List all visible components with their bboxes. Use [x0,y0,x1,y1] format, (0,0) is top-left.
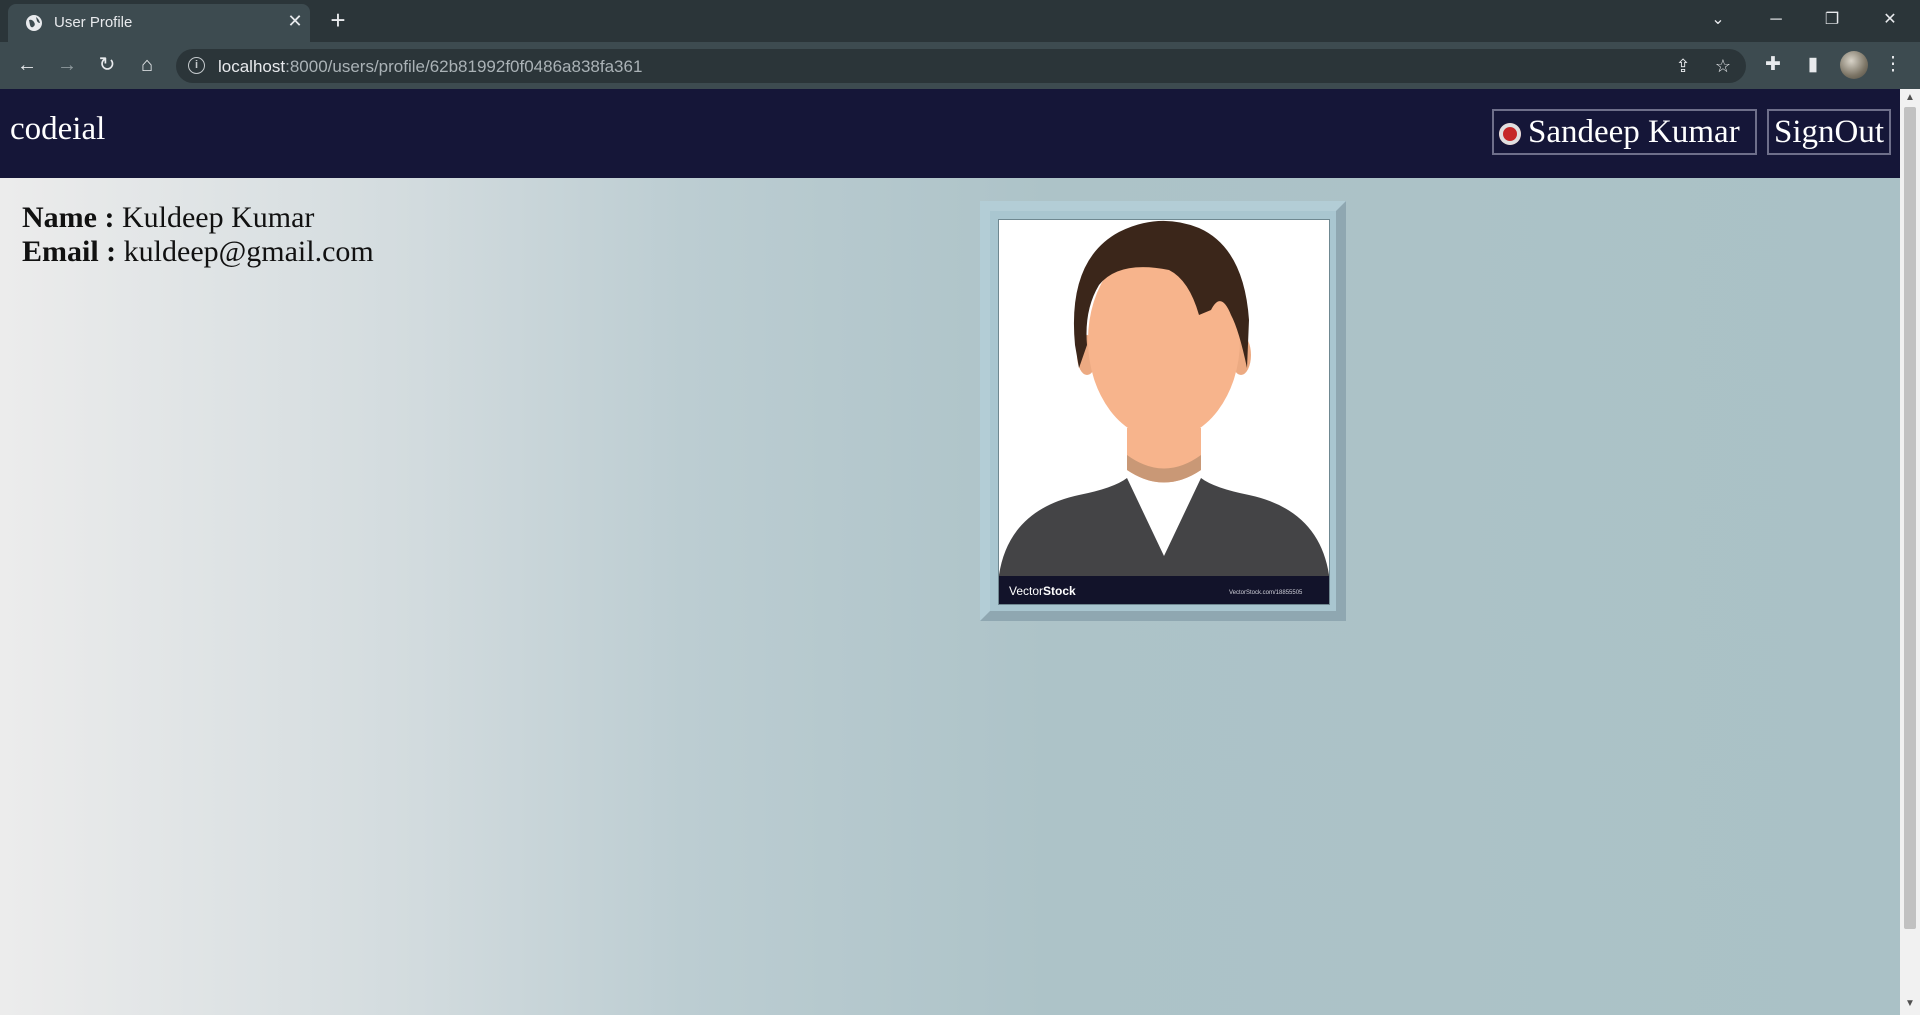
tab-title: User Profile [54,14,133,31]
reload-icon[interactable]: ↻ [92,50,122,80]
tab-strip: User Profile ✕ + ⌄ ─ ❐ ✕ [0,0,1920,42]
email-label: Email : [22,235,117,268]
email-row: Email : kuldeep@gmail.com [22,235,374,269]
forward-icon[interactable]: → [52,50,82,80]
bookmark-star-icon[interactable]: ☆ [1712,55,1734,77]
extensions-icon[interactable]: ✚ [1760,52,1786,78]
share-icon[interactable]: ⇪ [1672,55,1694,77]
new-tab-button[interactable]: + [326,7,350,33]
restore-icon[interactable]: ❐ [1814,6,1850,34]
menu-icon[interactable]: ⋮ [1880,52,1906,78]
site-logo[interactable]: codeial [10,111,105,148]
user-profile-link[interactable]: Sandeep Kumar [1492,109,1757,155]
site-info-icon[interactable]: i [188,57,205,74]
profile-picture-frame: VectorStock VectorStock.com/18855505 [980,201,1346,621]
signout-button[interactable]: SignOut [1767,109,1891,155]
side-panel-icon[interactable]: ▮ [1800,52,1826,78]
watermark-id: VectorStock.com/18855505 [1229,590,1303,596]
tab-close-icon[interactable]: ✕ [286,12,304,30]
user-avatar-icon [1499,123,1521,145]
name-label: Name : [22,201,115,234]
svg-text:VectorStock: VectorStock [1009,584,1076,598]
profile-picture: VectorStock VectorStock.com/18855505 [998,219,1330,605]
tab-user-profile[interactable]: User Profile ✕ [8,4,310,42]
url-path: :8000/users/profile/62b81992f0f0486a838f… [285,57,643,76]
user-name: Sandeep Kumar [1528,114,1740,150]
browser-chrome: User Profile ✕ + ⌄ ─ ❐ ✕ ← → ↻ ⌂ i local… [0,0,1920,89]
minimize-icon[interactable]: ─ [1758,6,1794,34]
scroll-down-icon[interactable]: ▼ [1905,999,1915,1009]
profile-info: Name : Kuldeep Kumar Email : kuldeep@gma… [22,201,374,269]
scrollbar-thumb[interactable] [1904,107,1916,929]
browser-toolbar: ← → ↻ ⌂ i localhost:8000/users/profile/6… [0,42,1920,89]
scroll-up-icon[interactable]: ▲ [1905,93,1915,103]
back-icon[interactable]: ← [12,50,42,80]
name-value: Kuldeep Kumar [121,201,315,234]
watermark-stock: Stock [1043,584,1076,598]
globe-icon [25,14,43,32]
url-text: localhost:8000/users/profile/62b81992f0f… [218,57,642,77]
site-header: codeial Sandeep Kumar SignOut [0,89,1900,178]
avatar-illustration: VectorStock VectorStock.com/18855505 [999,220,1329,604]
browser-profile-avatar[interactable] [1840,51,1868,79]
address-bar[interactable]: i localhost:8000/users/profile/62b81992f… [176,49,1746,83]
window-close-icon[interactable]: ✕ [1872,6,1908,34]
page-scrollbar[interactable]: ▲ ▼ [1900,89,1920,1015]
email-value: kuldeep@gmail.com [123,235,374,268]
watermark-vector: Vector [1009,584,1043,598]
home-icon[interactable]: ⌂ [132,50,162,80]
name-row: Name : Kuldeep Kumar [22,201,374,235]
tab-search-icon[interactable]: ⌄ [1700,6,1736,34]
url-host: localhost [218,57,286,76]
page-content: codeial Sandeep Kumar SignOut Name : Kul… [0,89,1900,1015]
